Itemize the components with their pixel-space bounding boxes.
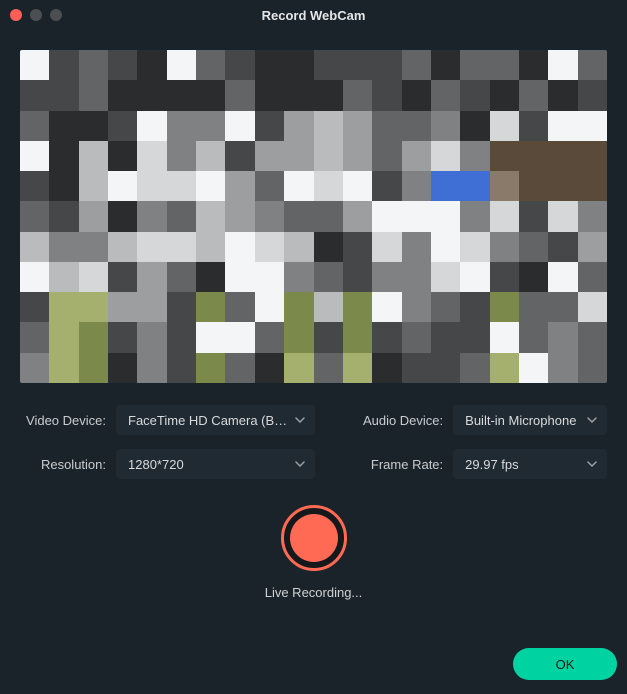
- frame-rate-field: Frame Rate: 29.97 fps: [357, 449, 607, 479]
- record-icon: [290, 514, 338, 562]
- webcam-preview: [20, 50, 607, 383]
- resolution-value: 1280*720: [128, 457, 184, 472]
- resolution-field: Resolution: 1280*720: [20, 449, 315, 479]
- ok-button[interactable]: OK: [513, 648, 617, 680]
- titlebar: Record WebCam: [0, 0, 627, 30]
- audio-device-value: Built-in Microphone: [465, 413, 576, 428]
- chevron-down-icon: [295, 461, 305, 467]
- frame-rate-label: Frame Rate:: [357, 457, 443, 472]
- window-controls: [10, 9, 62, 21]
- frame-rate-value: 29.97 fps: [465, 457, 519, 472]
- chevron-down-icon: [587, 417, 597, 423]
- zoom-icon[interactable]: [50, 9, 62, 21]
- video-device-value: FaceTime HD Camera (B…: [128, 413, 287, 428]
- close-icon[interactable]: [10, 9, 22, 21]
- minimize-icon[interactable]: [30, 9, 42, 21]
- video-device-select[interactable]: FaceTime HD Camera (B…: [116, 405, 315, 435]
- settings-grid: Video Device: FaceTime HD Camera (B… Aud…: [20, 405, 607, 479]
- chevron-down-icon: [587, 461, 597, 467]
- video-device-label: Video Device:: [20, 413, 106, 428]
- video-device-field: Video Device: FaceTime HD Camera (B…: [20, 405, 315, 435]
- record-status: Live Recording...: [265, 585, 363, 600]
- footer: OK: [0, 648, 627, 694]
- frame-rate-select[interactable]: 29.97 fps: [453, 449, 607, 479]
- chevron-down-icon: [295, 417, 305, 423]
- content-area: Video Device: FaceTime HD Camera (B… Aud…: [0, 30, 627, 648]
- record-area: Live Recording...: [20, 505, 607, 600]
- audio-device-label: Audio Device:: [357, 413, 443, 428]
- audio-device-select[interactable]: Built-in Microphone: [453, 405, 607, 435]
- record-button[interactable]: [281, 505, 347, 571]
- window-title: Record WebCam: [0, 8, 627, 23]
- resolution-select[interactable]: 1280*720: [116, 449, 315, 479]
- resolution-label: Resolution:: [20, 457, 106, 472]
- audio-device-field: Audio Device: Built-in Microphone: [357, 405, 607, 435]
